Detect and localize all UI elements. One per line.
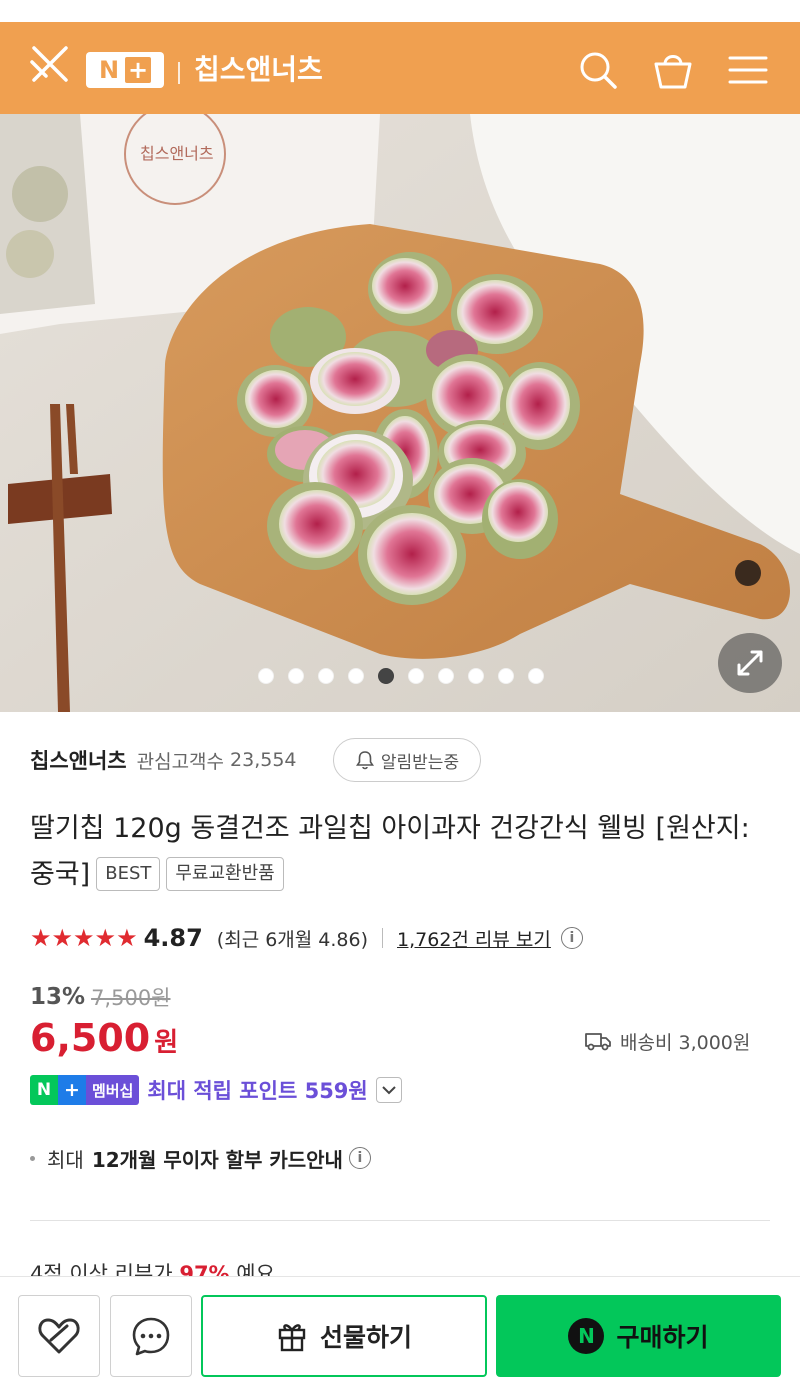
header-divider (178, 62, 180, 84)
sale-price: 6,500 (30, 1016, 151, 1060)
bag-label: 칩스앤너츠 (140, 144, 214, 163)
discount-rate: 13% (30, 984, 86, 1010)
alarm-subscribe-button[interactable]: 알림받는중 (333, 738, 481, 782)
naverpay-icon: N (568, 1318, 605, 1354)
info-icon[interactable]: i (560, 927, 583, 949)
bag-icon[interactable] (651, 48, 695, 92)
info-icon[interactable]: i (348, 1147, 371, 1169)
section-divider (30, 1220, 770, 1221)
chevron-down-icon[interactable] (375, 1077, 402, 1103)
product-photo: 칩스앤너츠 (0, 114, 800, 712)
follow-count: 23,554 (230, 749, 297, 771)
np-plus: + (58, 1075, 86, 1105)
nplus-store-logo[interactable]: N + (86, 52, 164, 88)
search-icon[interactable] (576, 48, 620, 92)
original-price: 7,500원 (91, 986, 171, 1010)
card-installment-text: 12개월 무이자 할부 카드안내 (91, 1147, 343, 1172)
product-title: 딸기칩 120g 동결건조 과일칩 아이과자 건강간식 웰빙 [원산지:중국] B… (30, 806, 770, 898)
carousel-dot[interactable] (468, 668, 484, 684)
review-link[interactable]: 1,762건 리뷰 보기 (397, 925, 551, 952)
close-icon[interactable] (28, 42, 72, 86)
store-name[interactable]: 칩스앤너츠 (30, 745, 127, 775)
nplus-membership-badge: N + 멤버십 (30, 1075, 140, 1105)
product-image-carousel[interactable]: 칩스앤너츠 (0, 114, 800, 712)
gift-label: 선물하기 (319, 1323, 412, 1352)
carousel-dot[interactable] (378, 668, 394, 684)
rating-row: ★★★★★ 4.87 (최근 6개월 4.86) 1,762건 리뷰 보기 i (30, 918, 583, 958)
price-unit: 원 (154, 1028, 179, 1058)
sale-price-row: 6,500 원 (30, 1016, 178, 1066)
carousel-dot[interactable] (528, 668, 544, 684)
header-store-name[interactable]: 칩스앤너츠 (194, 52, 323, 88)
discount-row: 13% 7,500원 (30, 980, 171, 1014)
card-installment-row[interactable]: 최대 12개월 무이자 할부 카드안내 i (30, 1140, 371, 1176)
truck-icon (585, 1033, 611, 1051)
membership-row[interactable]: N + 멤버십 최대 적립 포인트 559원 (30, 1074, 402, 1106)
app-header: N + 칩스앤너츠 (0, 22, 800, 114)
star-rating-icons: ★★★★★ (30, 924, 138, 952)
rating-separator (382, 928, 384, 948)
logo-n: N (98, 56, 120, 84)
carousel-dot[interactable] (498, 668, 514, 684)
gift-button[interactable]: 선물하기 (201, 1295, 487, 1377)
card-pre: 최대 (47, 1147, 84, 1172)
wishlist-button[interactable] (18, 1295, 100, 1377)
talk-button[interactable] (110, 1295, 192, 1377)
carousel-dot[interactable] (348, 668, 364, 684)
shipping-fee: 배송비 3,000원 (620, 1031, 751, 1054)
follow-label: 관심고객수 (136, 750, 225, 773)
carousel-indicator (258, 668, 544, 684)
heart-icon (38, 1318, 80, 1354)
bell-icon (355, 751, 374, 770)
alarm-label: 알림받는중 (380, 752, 460, 773)
buy-button[interactable]: N 구매하기 (496, 1295, 781, 1377)
expand-icon[interactable] (718, 633, 782, 693)
logo-plus: + (125, 57, 152, 83)
carousel-dot[interactable] (408, 668, 424, 684)
menu-icon[interactable] (726, 48, 770, 92)
carousel-dot[interactable] (318, 668, 334, 684)
best-badge: BEST (96, 857, 161, 891)
chat-icon (132, 1317, 170, 1356)
np-n: N (30, 1075, 58, 1105)
carousel-dot[interactable] (258, 668, 274, 684)
carousel-dot[interactable] (288, 668, 304, 684)
store-info-row: 칩스앤너츠 관심고객수 23,554 (30, 740, 297, 780)
buy-label: 구매하기 (616, 1323, 709, 1352)
carousel-dot[interactable] (438, 668, 454, 684)
free-return-badge[interactable]: 무료교환반품 (166, 857, 284, 891)
np-member-label: 멤버십 (86, 1075, 140, 1105)
shipping-info: 배송비 3,000원 (584, 1024, 750, 1058)
status-strip (0, 0, 800, 22)
rating-recent: (최근 6개월 4.86) (216, 928, 369, 951)
rating-score: 4.87 (143, 924, 203, 952)
max-points-text: 최대 적립 포인트 559원 (147, 1079, 368, 1103)
purchase-bar: 선물하기 N 구매하기 (0, 1276, 800, 1396)
bullet-icon (30, 1155, 35, 1161)
gift-icon (278, 1324, 306, 1352)
